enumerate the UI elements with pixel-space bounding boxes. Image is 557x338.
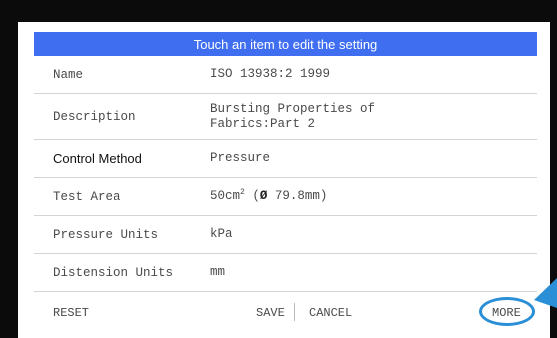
divider bbox=[294, 303, 295, 321]
save-button[interactable]: SAVE bbox=[256, 306, 285, 320]
setting-label: Test Area bbox=[53, 189, 121, 204]
setting-label: Description bbox=[53, 109, 136, 124]
setting-label: Pressure Units bbox=[53, 227, 159, 242]
setting-value-line: Bursting Properties of bbox=[210, 101, 376, 116]
setting-value-line: Fabrics:Part 2 bbox=[210, 116, 316, 131]
setting-row-test-area[interactable]: Test Area 50cm2 (Ø 79.8mm) bbox=[34, 178, 537, 216]
setting-value: mm bbox=[210, 265, 226, 279]
setting-value: Bursting Properties of Fabrics:Part 2 bbox=[210, 102, 375, 132]
setting-value: 50cm2 (Ø 79.8mm) bbox=[210, 187, 328, 203]
setting-value: kPa bbox=[210, 227, 233, 241]
reset-button[interactable]: RESET bbox=[53, 306, 89, 320]
setting-label: Distension Units bbox=[53, 265, 174, 280]
setting-row-pressure-units[interactable]: Pressure Units kPa bbox=[34, 216, 537, 254]
cancel-button[interactable]: CANCEL bbox=[309, 306, 352, 320]
setting-row-distension-units[interactable]: Distension Units mm bbox=[34, 254, 537, 292]
instruction-header: Touch an item to edit the setting bbox=[34, 32, 537, 56]
highlight-circle bbox=[479, 297, 535, 326]
setting-label: Name bbox=[53, 67, 84, 82]
setting-label: Control Method bbox=[53, 151, 142, 166]
setting-row-description[interactable]: Description Bursting Properties of Fabri… bbox=[34, 94, 537, 140]
pointer-arrow-icon bbox=[534, 278, 557, 308]
diameter-symbol: Ø bbox=[259, 189, 268, 203]
footer-toolbar: RESET SAVE CANCEL MORE bbox=[34, 297, 537, 329]
diameter-value: 79.8mm bbox=[274, 189, 320, 203]
setting-row-name[interactable]: Name ISO 13938:2 1999 bbox=[34, 56, 537, 94]
settings-list: Name ISO 13938:2 1999 Description Bursti… bbox=[34, 56, 537, 292]
area-value: 50cm bbox=[210, 189, 241, 203]
setting-value: ISO 13938:2 1999 bbox=[210, 67, 331, 81]
setting-row-control-method[interactable]: Control Method Pressure bbox=[34, 140, 537, 178]
settings-screen: Touch an item to edit the setting Name I… bbox=[18, 22, 550, 338]
setting-value: Pressure bbox=[210, 151, 271, 165]
area-exponent: 2 bbox=[240, 187, 245, 197]
